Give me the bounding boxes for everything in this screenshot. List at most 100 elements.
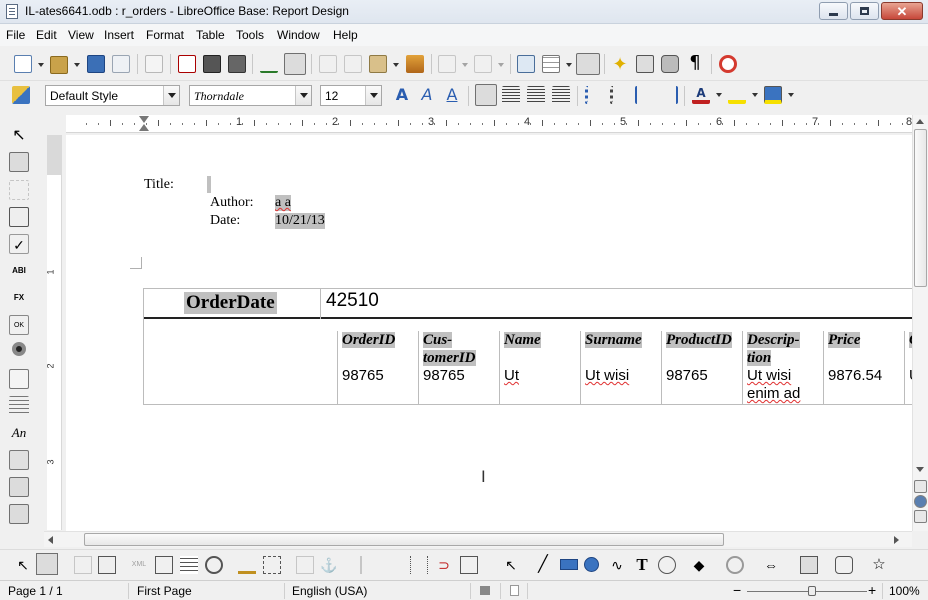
block-arrows-icon[interactable]: ⇔ — [762, 556, 780, 574]
date-field[interactable]: 10/21/13 — [275, 213, 325, 229]
zoom-icon[interactable] — [74, 556, 92, 574]
align-left-icon[interactable] — [475, 84, 497, 106]
maximize-button[interactable] — [850, 2, 879, 20]
font-name-select[interactable]: Thorndale — [189, 85, 312, 106]
cell-value[interactable]: 98765 — [423, 367, 465, 385]
undo-dropdown-icon[interactable] — [462, 63, 468, 67]
pointer-icon[interactable]: ↖ — [14, 556, 32, 574]
detail-table[interactable]: OrderID 98765 Cus-tomerID 98765 Name Ut … — [337, 331, 912, 404]
image-icon[interactable] — [9, 450, 29, 470]
table-icon[interactable] — [180, 556, 198, 574]
menu-file[interactable]: File — [6, 28, 25, 42]
sorting-grouping-icon[interactable] — [9, 504, 29, 524]
group-header-label[interactable]: OrderDate — [184, 292, 277, 314]
menu-view[interactable]: View — [68, 28, 94, 42]
bold-icon[interactable]: A — [393, 86, 411, 104]
font-color-dropdown-icon[interactable] — [716, 93, 722, 97]
basic-shapes-icon[interactable]: ◆ — [690, 556, 708, 574]
print-icon[interactable] — [203, 55, 221, 73]
hand-tool-icon[interactable] — [9, 152, 29, 172]
detail-column[interactable]: ProductID 98765 — [662, 331, 743, 404]
text-icon[interactable]: T — [633, 556, 651, 574]
highlighting-dropdown-icon[interactable] — [752, 93, 758, 97]
column-header[interactable]: Price — [828, 331, 861, 349]
rectangle-icon[interactable] — [560, 559, 578, 570]
cell-value[interactable]: Ut wisi — [585, 367, 629, 385]
hand-icon[interactable] — [36, 553, 58, 575]
cell-value[interactable]: Ut wisi enim ad — [747, 367, 800, 403]
undo-icon[interactable] — [438, 55, 456, 73]
zoom-out-icon[interactable]: − — [733, 582, 741, 598]
title-label[interactable]: Title: — [144, 177, 174, 193]
paste-dropdown-icon[interactable] — [393, 63, 399, 67]
chevron-down-icon[interactable] — [365, 86, 381, 105]
align-objects-icon[interactable] — [360, 556, 378, 574]
menu-window[interactable]: Window — [277, 28, 320, 42]
symbol-shapes-icon[interactable] — [726, 556, 744, 574]
detail-column[interactable]: Q U — [905, 331, 912, 404]
author-field[interactable]: a a — [275, 195, 291, 211]
detail-column[interactable]: Name Ut — [500, 331, 581, 404]
detail-column[interactable]: OrderID 98765 — [338, 331, 419, 404]
bullet-list-icon[interactable] — [610, 86, 628, 104]
callout-icon[interactable] — [658, 556, 676, 574]
scroll-left-icon[interactable] — [48, 536, 53, 544]
page-style[interactable]: First Page — [137, 584, 192, 598]
export-pdf-icon[interactable] — [178, 55, 196, 73]
document-modified-icon[interactable] — [510, 585, 519, 596]
column-header[interactable]: Surname — [585, 331, 642, 349]
copy-icon[interactable] — [344, 55, 362, 73]
xml-icon[interactable]: XML — [130, 556, 148, 574]
detail-column[interactable]: Cus-tomerID 98765 — [419, 331, 500, 404]
increase-indent-icon[interactable] — [660, 86, 678, 104]
chevron-down-icon[interactable] — [295, 86, 311, 105]
menu-tools[interactable]: Tools — [236, 28, 264, 42]
horizontal-scrollbar[interactable] — [44, 531, 912, 547]
align-center-icon[interactable] — [502, 86, 520, 104]
redo-dropdown-icon[interactable] — [498, 63, 504, 67]
align-right-icon[interactable] — [527, 86, 545, 104]
column-header[interactable]: Name — [504, 331, 541, 349]
column-header[interactable]: OrderID — [342, 331, 396, 349]
new-dropdown-icon[interactable] — [38, 63, 44, 67]
paste-icon[interactable] — [369, 55, 387, 73]
table-icon[interactable] — [542, 55, 560, 73]
button-control-icon[interactable]: OK — [9, 315, 29, 335]
author-label[interactable]: Author: — [210, 195, 254, 211]
scroll-right-icon[interactable] — [894, 536, 899, 544]
formatting-marks-icon[interactable]: ¶ — [686, 54, 704, 72]
detail-column[interactable]: Surname Ut wisi — [581, 331, 662, 404]
numbered-list-icon[interactable] — [585, 86, 603, 104]
radio-control-icon[interactable] — [12, 342, 26, 356]
chevron-down-icon[interactable] — [163, 86, 179, 105]
first-line-indent-marker[interactable] — [139, 116, 149, 123]
horizontal-ruler[interactable]: 1 2 3 4 5 6 7 8 — [66, 115, 912, 133]
insert-mode-icon[interactable] — [480, 586, 490, 595]
chart-icon[interactable] — [238, 556, 256, 574]
styles-icon[interactable] — [12, 86, 30, 104]
object-icon[interactable] — [205, 556, 223, 574]
spellcheck-icon[interactable] — [260, 55, 278, 73]
new-document-icon[interactable] — [14, 55, 32, 73]
highlighting-icon[interactable] — [728, 86, 746, 104]
formatted-field-icon[interactable]: FX — [9, 288, 29, 308]
cell-value[interactable]: 98765 — [666, 367, 708, 385]
group-header-value[interactable]: 42510 — [326, 290, 379, 312]
auto-spellcheck-icon[interactable] — [284, 53, 306, 75]
save-icon[interactable] — [87, 55, 105, 73]
menu-format[interactable]: Format — [146, 28, 184, 42]
zoom-slider-thumb[interactable] — [808, 586, 816, 596]
fontwork-icon[interactable]: An — [9, 423, 29, 443]
table-dropdown-icon[interactable] — [566, 63, 572, 67]
checkbox-control-icon[interactable]: ✓ — [9, 234, 29, 254]
fontwork-icon[interactable] — [296, 556, 314, 574]
scroll-down-icon[interactable] — [916, 467, 924, 472]
paragraph-style-select[interactable]: Default Style — [45, 85, 180, 106]
previous-page-icon[interactable] — [914, 480, 927, 493]
select-arrow-icon[interactable]: ↖ — [502, 556, 520, 574]
column-header[interactable]: Cus-tomerID — [423, 331, 476, 367]
left-indent-marker[interactable] — [139, 124, 149, 131]
date-label[interactable]: Date: — [210, 213, 240, 229]
vertical-scroll-thumb[interactable] — [914, 129, 927, 287]
column-header[interactable]: ProductID — [666, 331, 732, 349]
